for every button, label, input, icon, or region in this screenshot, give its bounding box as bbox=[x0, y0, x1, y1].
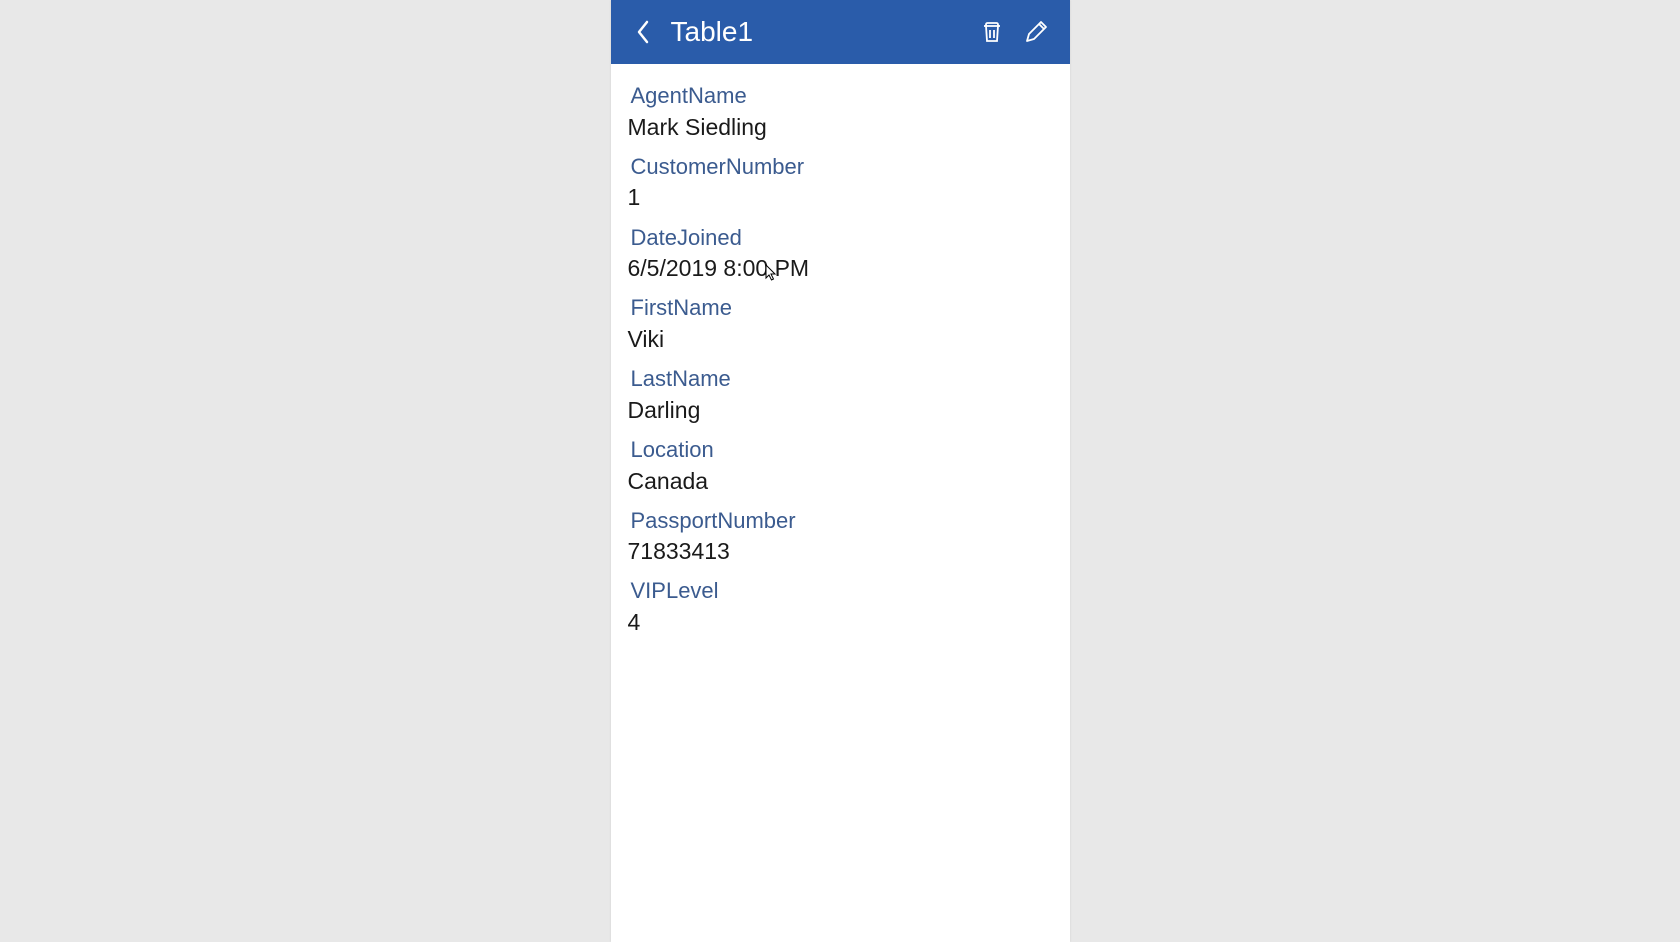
field-firstname: FirstName Viki bbox=[631, 294, 1050, 355]
field-agentname: AgentName Mark Siedling bbox=[631, 82, 1050, 143]
delete-button[interactable] bbox=[970, 10, 1014, 54]
field-value: Canada bbox=[628, 465, 1050, 497]
field-label: AgentName bbox=[631, 82, 1050, 111]
field-value: 1 bbox=[628, 181, 1050, 213]
detail-panel: Table1 AgentName Mark Siedling CustomerN… bbox=[611, 0, 1070, 942]
field-viplevel: VIPLevel 4 bbox=[631, 577, 1050, 638]
field-label: CustomerNumber bbox=[631, 153, 1050, 182]
field-label: VIPLevel bbox=[631, 577, 1050, 606]
field-label: DateJoined bbox=[631, 224, 1050, 253]
field-label: PassportNumber bbox=[631, 507, 1050, 536]
header-bar: Table1 bbox=[611, 0, 1070, 64]
trash-icon bbox=[980, 20, 1004, 44]
field-value: Viki bbox=[628, 323, 1050, 355]
field-label: FirstName bbox=[631, 294, 1050, 323]
field-value: 71833413 bbox=[628, 535, 1050, 567]
field-value: Darling bbox=[628, 394, 1050, 426]
field-lastname: LastName Darling bbox=[631, 365, 1050, 426]
field-value: 6/5/2019 8:00 PM bbox=[628, 252, 1050, 284]
pencil-icon bbox=[1024, 20, 1048, 44]
edit-button[interactable] bbox=[1014, 10, 1058, 54]
detail-content: AgentName Mark Siedling CustomerNumber 1… bbox=[611, 64, 1070, 666]
back-button[interactable] bbox=[623, 12, 663, 52]
page-title: Table1 bbox=[671, 16, 970, 48]
field-passportnumber: PassportNumber 71833413 bbox=[631, 507, 1050, 568]
field-customernumber: CustomerNumber 1 bbox=[631, 153, 1050, 214]
chevron-left-icon bbox=[636, 20, 650, 44]
field-value: Mark Siedling bbox=[628, 111, 1050, 143]
field-datejoined: DateJoined 6/5/2019 8:00 PM bbox=[631, 224, 1050, 285]
field-value: 4 bbox=[628, 606, 1050, 638]
field-label: LastName bbox=[631, 365, 1050, 394]
field-location: Location Canada bbox=[631, 436, 1050, 497]
field-label: Location bbox=[631, 436, 1050, 465]
